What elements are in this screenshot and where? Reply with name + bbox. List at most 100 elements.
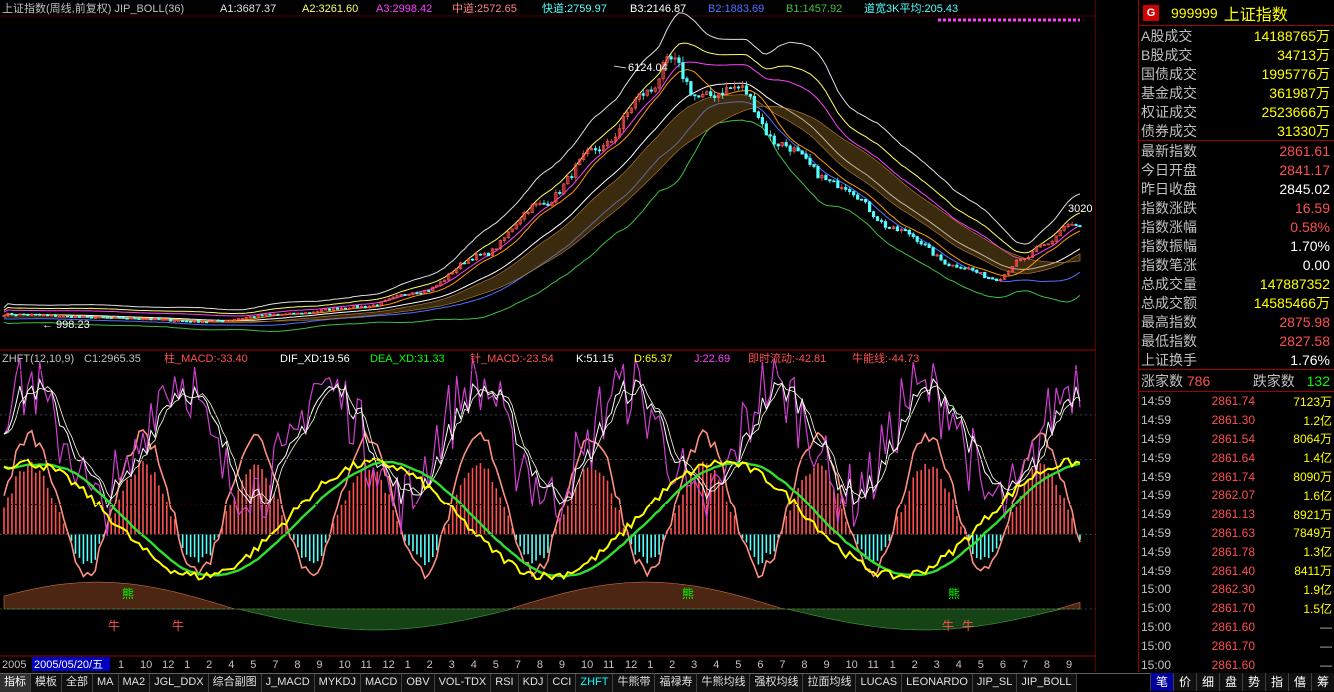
volume-label: 国债成交 (1141, 65, 1197, 82)
panel-tab[interactable]: 细 (1196, 673, 1219, 691)
tab-综合副图[interactable]: 综合副图 (208, 674, 262, 692)
panel-tab[interactable]: 笔 (1150, 673, 1173, 691)
time-tick: 11 (868, 659, 879, 671)
tab-leonardo[interactable]: LEONARDO (902, 674, 973, 692)
candle (887, 226, 892, 229)
panel-tab[interactable]: 价 (1173, 673, 1196, 691)
quote-row: 指数涨跌 16.59 (1139, 198, 1334, 217)
tab-jip_boll[interactable]: JIP_BOLL (1017, 674, 1077, 692)
tab-牛熊带[interactable]: 牛熊带 (613, 674, 656, 692)
trend-ribbon (3, 94, 1081, 323)
quote-label: 指数涨幅 (1141, 218, 1197, 235)
candle (149, 318, 153, 321)
kline-chart[interactable]: 熊熊熊牛牛牛牛 70006500600055005000450040003500… (0, 0, 1139, 672)
recent-label: 3020 (1068, 203, 1092, 215)
tick-volume: 8090万 (1293, 470, 1332, 485)
tab-vol-tdx[interactable]: VOL-TDX (434, 674, 492, 692)
volume-row: 国债成交 1995776万 (1139, 64, 1334, 83)
time-tick: 8 (537, 659, 543, 671)
time-tick: 11 (361, 659, 372, 671)
candle (669, 56, 673, 60)
candle (609, 140, 614, 143)
volume-label: 基金成交 (1141, 84, 1197, 101)
indicator-header-item: J:22.69 (694, 353, 730, 365)
panel-tabs[interactable]: 笔价细盘势指僖筹 (1150, 673, 1334, 691)
candle (685, 78, 689, 82)
tick-volume: 1.9亿 (1303, 582, 1332, 597)
tab-cci[interactable]: CCI (548, 674, 577, 692)
tab-obv[interactable]: OBV (402, 674, 435, 692)
tab-jip_sl[interactable]: JIP_SL (972, 674, 1018, 692)
tab-zhft[interactable]: ZHFT (576, 674, 614, 692)
quote-value: 2845.02 (1279, 180, 1330, 197)
time-tick: 1 (184, 659, 190, 671)
candle (121, 316, 125, 319)
tab-kdj[interactable]: KDJ (518, 674, 549, 692)
tab-j_macd[interactable]: J_MACD (261, 674, 315, 692)
candle (883, 221, 888, 228)
candle (597, 149, 602, 152)
candle (832, 180, 836, 183)
tab-指标[interactable]: 指标 (0, 674, 31, 692)
bull-marker: 牛 (962, 618, 974, 633)
chart-area[interactable]: 熊熊熊牛牛牛牛 70006500600055005000450040003500… (0, 0, 1139, 672)
tick-volume: 1.5亿 (1303, 601, 1332, 616)
tick-volume: 1.4亿 (1303, 451, 1332, 466)
tab-lucas[interactable]: LUCAS (856, 674, 903, 692)
panel-tab[interactable]: 指 (1265, 673, 1288, 691)
badge-g: G (1143, 4, 1159, 21)
tab-拉面均线[interactable]: 拉面均线 (803, 674, 857, 692)
candle (470, 258, 475, 261)
tick-volume: 7123万 (1293, 394, 1332, 409)
tick-price: 2861.60 (1211, 657, 1255, 672)
candle (911, 233, 915, 237)
time-tick: 9 (823, 659, 829, 671)
candle (22, 313, 26, 316)
j-line (3, 357, 1081, 536)
candle (46, 314, 50, 317)
tab-ma[interactable]: MA (93, 674, 119, 692)
candle (971, 267, 975, 271)
indicator-tabs[interactable]: 指标 模板 全部 MA MA2 JGL_DDX 综合副图 J_MACD MYKDJ MACD OBV… (0, 673, 1334, 692)
indicator-header-item: ZHFT(12,10,9) (2, 353, 74, 365)
time-tick: 3 (691, 659, 697, 671)
candle (852, 191, 856, 196)
panel-tab[interactable]: 势 (1242, 673, 1265, 691)
quote-label: 最新指数 (1141, 142, 1197, 159)
tick-time: 15:00 (1141, 657, 1172, 672)
quote-label: 最高指数 (1141, 313, 1197, 330)
tick-row: 14:59 2861.78 1.3亿 (1139, 542, 1334, 561)
tab-jgl_ddx[interactable]: JGL_DDX (150, 674, 209, 692)
candle (919, 241, 923, 245)
tab-全部[interactable]: 全部 (62, 674, 93, 692)
tab-福禄寿[interactable]: 福禄寿 (655, 674, 698, 692)
volume-label: 权证成交 (1141, 103, 1197, 120)
volume-value: 31330万 (1277, 122, 1330, 139)
tab-macd[interactable]: MACD (360, 674, 403, 692)
volume-label: B股成交 (1141, 46, 1193, 63)
candle (415, 292, 419, 295)
tab-rsi[interactable]: RSI (491, 674, 519, 692)
tick-row: 14:59 2862.07 1.6亿 (1139, 486, 1334, 505)
tab-mykdj[interactable]: MYKDJ (314, 674, 361, 692)
quote-row: 最低指数 2827.58 (1139, 331, 1334, 350)
candle (1074, 223, 1078, 227)
panel-tab[interactable]: 筹 (1311, 673, 1334, 691)
candle (681, 62, 685, 80)
tab-ma2[interactable]: MA2 (118, 674, 151, 692)
time-tick: 8 (801, 659, 807, 671)
candle (38, 313, 42, 316)
candle (478, 253, 483, 256)
bull-marker: 牛 (172, 618, 184, 633)
quote-row: 今日开盘 2841.17 (1139, 160, 1334, 179)
candle (860, 198, 864, 201)
tab-强权均线[interactable]: 强权均线 (750, 674, 804, 692)
tab-模板[interactable]: 模板 (31, 674, 62, 692)
tab-牛熊均线[interactable]: 牛熊均线 (697, 674, 751, 692)
candle (923, 243, 927, 246)
panel-tab[interactable]: 僖 (1288, 673, 1311, 691)
tick-list[interactable]: 14:59 2861.74 7123万 14:59 2861.30 1.2亿 14:59 28… (1139, 392, 1334, 674)
panel-tab[interactable]: 盘 (1219, 673, 1242, 691)
quote-label: 昨日收盘 (1141, 180, 1197, 197)
tick-volume: 8921万 (1293, 507, 1332, 522)
